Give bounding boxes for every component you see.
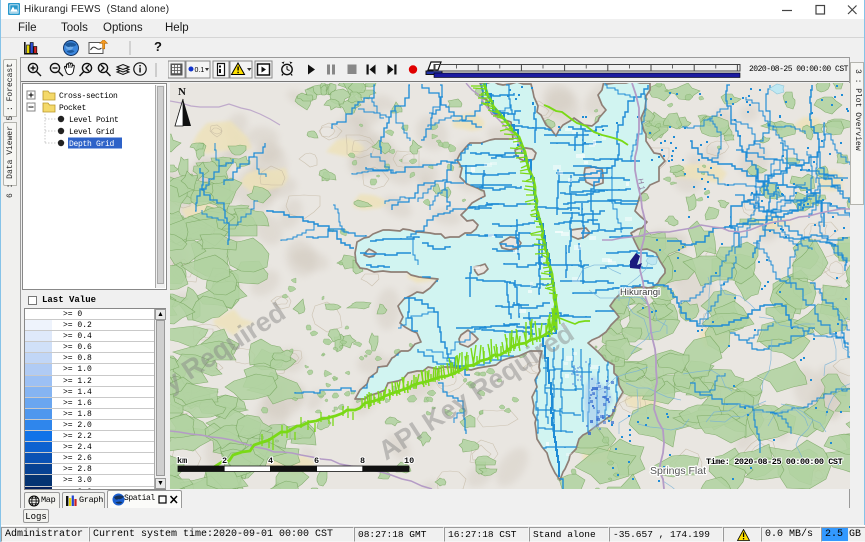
svg-text:km: km [177,456,187,466]
svg-text:Springs Flat: Springs Flat [650,465,706,477]
svg-text:Level Grid: Level Grid [69,128,115,137]
svg-text:Hikurangi: Hikurangi [620,287,660,298]
svg-text:Time: 2020-08-25 00:00:00 CST: Time: 2020-08-25 00:00:00 CST [706,457,843,467]
svg-text:8: 8 [360,456,365,466]
svg-text:Depth Grid: Depth Grid [69,140,115,149]
svg-text:6: 6 [314,456,319,466]
svg-text:10: 10 [404,456,414,466]
svg-text:Level Point: Level Point [69,116,119,125]
svg-text:Cross-section: Cross-section [59,92,118,101]
svg-text:0.1: 0.1 [195,67,205,74]
svg-text:2: 2 [222,456,227,466]
svg-text:4: 4 [268,456,273,466]
svg-text:Pocket: Pocket [59,104,86,113]
svg-text:N: N [178,86,186,98]
